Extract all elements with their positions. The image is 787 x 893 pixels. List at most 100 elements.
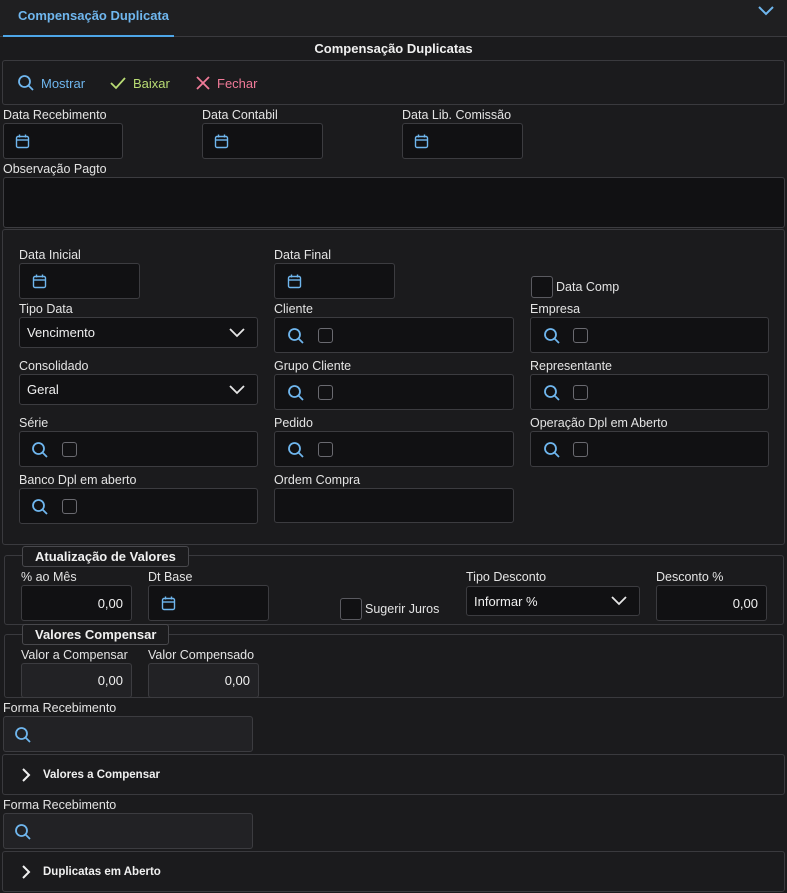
dt-base-input[interactable]	[148, 585, 269, 621]
check-icon	[110, 77, 126, 90]
calendar-icon[interactable]	[414, 134, 429, 149]
section-duplicatas-em-aberto[interactable]: Duplicatas em Aberto	[2, 851, 785, 892]
data-contabil-label: Data Contabil	[202, 108, 278, 122]
tipo-desconto-value: Informar %	[474, 593, 538, 609]
search-icon	[18, 75, 34, 91]
serie-lookup[interactable]	[19, 431, 258, 467]
valor-compensar-field: 0,00	[21, 663, 132, 698]
sugerir-juros-checkbox[interactable]	[340, 598, 362, 620]
form-title: Compensação Duplicatas	[314, 41, 473, 56]
data-inicial-label: Data Inicial	[19, 248, 81, 262]
operacao-dpl-lookup[interactable]	[530, 431, 769, 467]
forma-recebimento-lookup[interactable]	[3, 716, 253, 752]
search-icon[interactable]	[543, 327, 561, 345]
valor-compensado-field: 0,00	[148, 663, 259, 698]
chevron-right-icon	[22, 767, 31, 782]
consolidado-select[interactable]: Geral	[19, 374, 258, 405]
tipo-data-value: Vencimento	[27, 325, 95, 340]
mostrar-button[interactable]: Mostrar	[17, 74, 85, 92]
perc-mes-input[interactable]: 0,00	[21, 585, 132, 621]
grupo-cliente-lookup[interactable]	[274, 374, 514, 410]
grupo-cliente-checkbox[interactable]	[318, 385, 333, 400]
pedido-checkbox[interactable]	[318, 442, 333, 457]
data-final-input[interactable]	[274, 263, 395, 299]
representante-label: Representante	[530, 359, 613, 373]
pedido-label: Pedido	[274, 416, 313, 430]
search-icon[interactable]	[14, 726, 32, 744]
consolidado-value: Geral	[27, 382, 59, 397]
banco-dpl-lookup[interactable]	[19, 488, 258, 524]
tab-compensacao-duplicata[interactable]: Compensação Duplicata	[3, 0, 174, 37]
tab-bar: Compensação Duplicata	[0, 0, 787, 37]
data-contabil-input[interactable]	[202, 123, 323, 159]
banco-dpl-checkbox[interactable]	[62, 499, 77, 514]
search-icon[interactable]	[31, 498, 49, 516]
cliente-checkbox[interactable]	[318, 328, 333, 343]
baixar-button[interactable]: Baixar	[109, 74, 170, 92]
data-recebimento-input[interactable]	[3, 123, 123, 159]
desconto-value: 0,00	[732, 595, 758, 611]
section-valores-a-compensar[interactable]: Valores a Compensar	[2, 754, 785, 795]
observacao-label: Observação Pagto	[3, 162, 107, 176]
ordem-compra-label: Ordem Compra	[274, 473, 361, 487]
valor-compensar-label: Valor a Compensar	[21, 648, 128, 662]
perc-mes-label: % ao Mês	[21, 570, 77, 584]
dt-base-label: Dt Base	[148, 570, 193, 584]
forma-recebimento-label: Forma Recebimento	[3, 701, 117, 715]
representante-lookup[interactable]	[530, 374, 769, 410]
calendar-icon[interactable]	[161, 596, 176, 611]
sugerir-juros-label: Sugerir Juros	[365, 602, 440, 616]
mostrar-label: Mostrar	[41, 75, 86, 91]
serie-label: Série	[19, 416, 49, 430]
empresa-label: Empresa	[530, 302, 581, 316]
serie-checkbox[interactable]	[62, 442, 77, 457]
cliente-lookup[interactable]	[274, 317, 514, 353]
banco-dpl-label: Banco Dpl em aberto	[19, 473, 137, 487]
chevron-down-icon[interactable]	[757, 3, 775, 19]
valor-compensar-value: 0,00	[97, 673, 123, 688]
forma-recebimento-lookup[interactable]	[3, 813, 253, 849]
empresa-checkbox[interactable]	[573, 328, 588, 343]
chevron-down-icon	[229, 384, 245, 394]
operacao-dpl-checkbox[interactable]	[573, 442, 588, 457]
grupo-cliente-label: Grupo Cliente	[274, 359, 352, 373]
search-icon[interactable]	[287, 384, 305, 402]
desconto-label: Desconto %	[656, 570, 724, 584]
tipo-data-select[interactable]: Vencimento	[19, 317, 258, 348]
data-final-label: Data Final	[274, 248, 331, 262]
search-icon[interactable]	[14, 823, 32, 841]
search-icon[interactable]	[287, 441, 305, 459]
tipo-desconto-select[interactable]: Informar %	[466, 586, 640, 616]
data-comp-checkbox[interactable]	[531, 276, 553, 298]
tipo-data-label: Tipo Data	[19, 302, 73, 316]
perc-mes-value: 0,00	[97, 595, 123, 611]
tipo-desconto-label: Tipo Desconto	[466, 570, 547, 584]
ordem-compra-input[interactable]	[274, 488, 514, 523]
chevron-down-icon	[611, 596, 627, 606]
search-icon[interactable]	[543, 384, 561, 402]
search-icon[interactable]	[287, 327, 305, 345]
toolbar: Mostrar Baixar Fechar	[2, 60, 785, 105]
chevron-right-icon	[22, 864, 31, 879]
empresa-lookup[interactable]	[530, 317, 769, 353]
fechar-button[interactable]: Fechar	[195, 74, 257, 92]
search-icon[interactable]	[543, 441, 561, 459]
section-valores-label: Valores a Compensar	[43, 768, 160, 781]
search-icon[interactable]	[31, 441, 49, 459]
section-duplicatas-label: Duplicatas em Aberto	[43, 865, 161, 878]
calendar-icon[interactable]	[15, 134, 30, 149]
baixar-label: Baixar	[133, 75, 170, 91]
data-lib-comissao-input[interactable]	[402, 123, 523, 159]
calendar-icon[interactable]	[32, 274, 47, 289]
representante-checkbox[interactable]	[573, 385, 588, 400]
observacao-textarea[interactable]	[3, 177, 785, 228]
calendar-icon[interactable]	[287, 274, 302, 289]
desconto-input[interactable]: 0,00	[656, 585, 767, 621]
close-icon	[196, 76, 210, 90]
cliente-label: Cliente	[274, 302, 313, 316]
data-inicial-input[interactable]	[19, 263, 140, 299]
atualizacao-title: Atualização de Valores	[22, 546, 189, 567]
calendar-icon[interactable]	[214, 134, 229, 149]
valor-compensado-value: 0,00	[224, 673, 250, 688]
pedido-lookup[interactable]	[274, 431, 514, 467]
